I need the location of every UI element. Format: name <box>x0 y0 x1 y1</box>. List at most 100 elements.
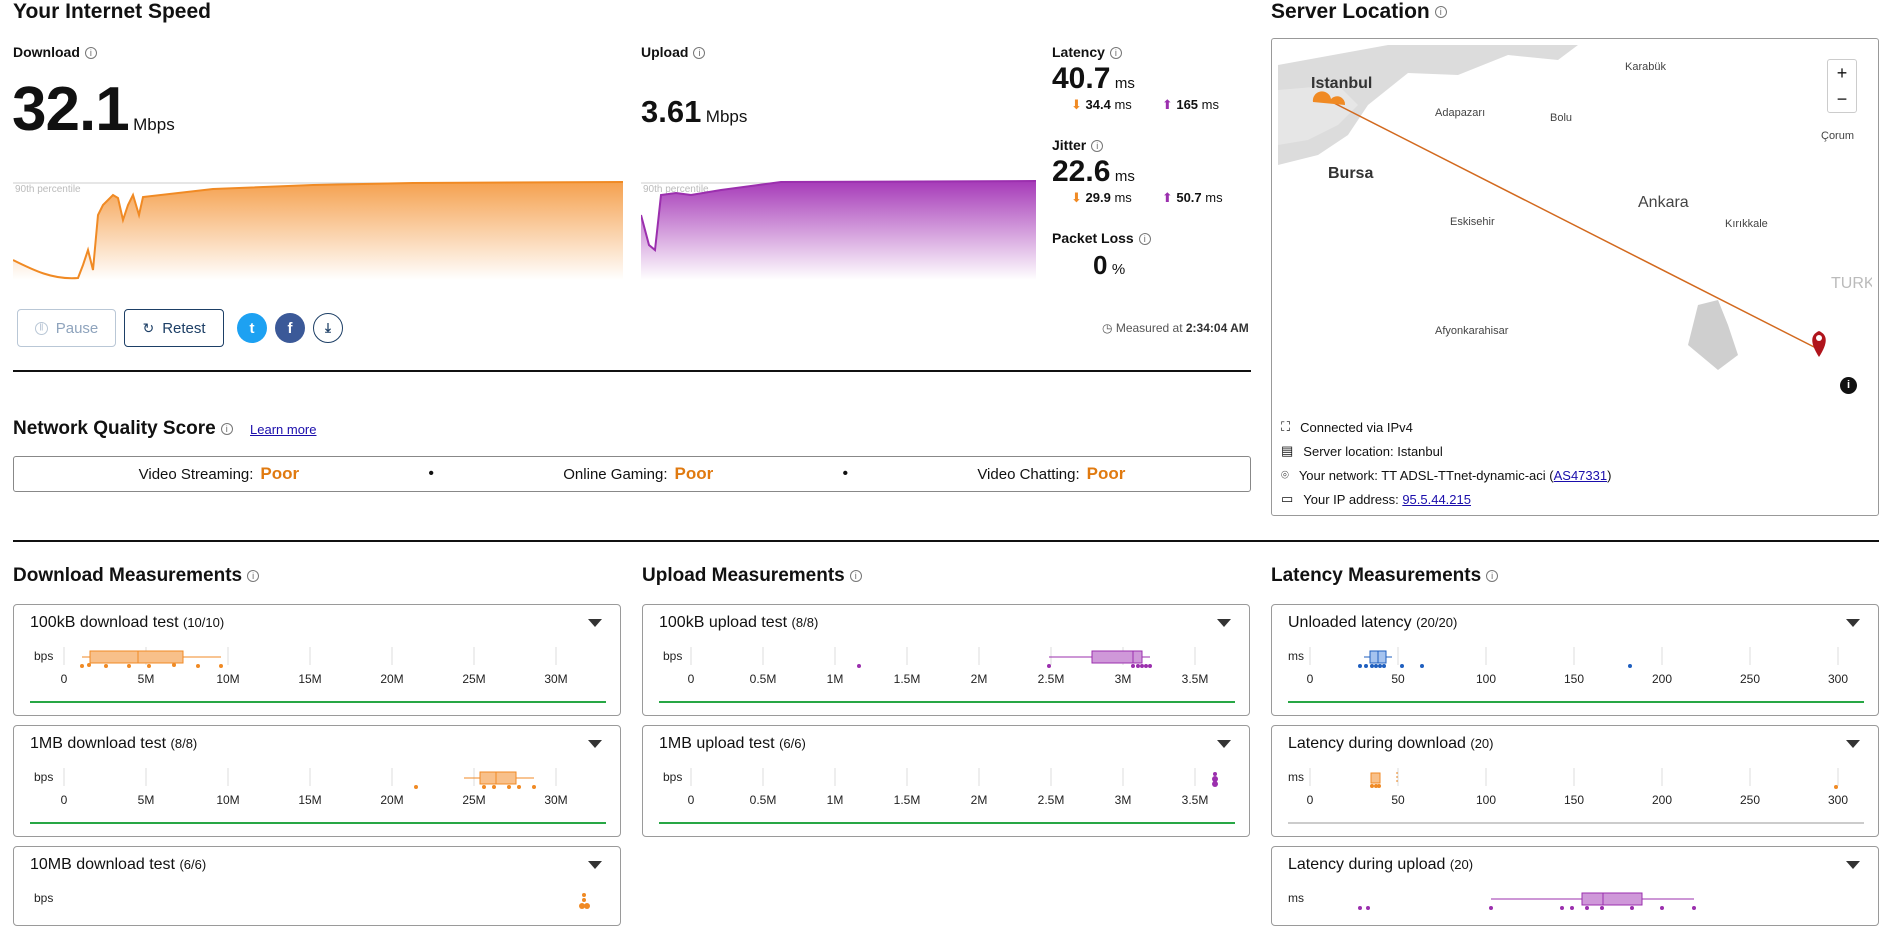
svg-text:0: 0 <box>1307 672 1314 686</box>
ul-1mb-plot: bps 0 0.5M 1M 1.5M 2M 2.5M 3M 3.5M <box>659 768 1235 824</box>
facebook-share-icon[interactable]: f <box>275 313 305 343</box>
map-label: Bursa <box>1328 165 1373 182</box>
svg-text:250: 250 <box>1740 793 1760 807</box>
info-icon[interactable]: i <box>84 47 97 60</box>
as-link[interactable]: AS47331 <box>1554 468 1608 483</box>
lat-unloaded-card[interactable]: Unloaded latency (20/20) ms 0 50 100 150 200… <box>1271 604 1879 716</box>
svg-text:200: 200 <box>1652 793 1672 807</box>
svg-text:3.5M: 3.5M <box>1182 793 1209 807</box>
svg-text:30M: 30M <box>544 793 567 807</box>
map-label: Bolu <box>1550 112 1572 124</box>
info-icon[interactable]: i <box>693 47 706 60</box>
info-icon[interactable]: i <box>220 422 233 435</box>
twitter-share-icon[interactable]: t <box>237 313 267 343</box>
info-icon[interactable]: i <box>1434 6 1447 19</box>
svg-text:150: 150 <box>1564 672 1584 686</box>
zoom-in-button[interactable]: + <box>1837 63 1848 84</box>
download-results-icon[interactable]: ⤓ <box>313 313 343 343</box>
refresh-icon: ↻ <box>142 319 155 336</box>
svg-text:0: 0 <box>688 672 695 686</box>
svg-text:20M: 20M <box>380 793 403 807</box>
svg-text:1M: 1M <box>827 793 844 807</box>
svg-text:0: 0 <box>1307 793 1314 807</box>
svg-text:250: 250 <box>1740 672 1760 686</box>
separator: • <box>428 465 435 482</box>
jitter-label: Jitter i <box>1052 137 1104 153</box>
download-label: Download i <box>13 44 97 60</box>
svg-text:3M: 3M <box>1115 672 1132 686</box>
svg-text:ms: ms <box>1288 649 1304 663</box>
svg-text:0: 0 <box>61 793 68 807</box>
quality-video-chatting: Video Chatting: Poor <box>977 464 1126 483</box>
map-label: Karabük <box>1625 61 1666 73</box>
svg-text:1.5M: 1.5M <box>894 672 921 686</box>
map-label: TURK <box>1831 275 1872 292</box>
learn-more-link[interactable]: Learn more <box>250 422 316 437</box>
svg-text:150: 150 <box>1564 793 1584 807</box>
packet-loss-value: 0 % <box>1093 250 1126 280</box>
map-label: Kırıkkale <box>1725 218 1768 230</box>
svg-text:0: 0 <box>61 672 68 686</box>
svg-text:25M: 25M <box>462 672 485 686</box>
upload-value: 3.61 Mbps <box>641 94 748 129</box>
server-icon: ▤ <box>1281 443 1294 458</box>
server-location: ▤ Server location: Istanbul <box>1281 443 1443 459</box>
svg-text:ms: ms <box>1288 891 1304 905</box>
info-icon[interactable]: i <box>1486 569 1499 582</box>
map-info-icon[interactable]: i <box>1840 377 1857 394</box>
svg-text:300: 300 <box>1828 793 1848 807</box>
lat-upload-plot: ms <box>1288 891 1696 910</box>
svg-text:5M: 5M <box>138 793 155 807</box>
ul-100kb-card[interactable]: 100kB upload test (8/8) bps 0 0.5M 1M 1.5M 2… <box>642 604 1250 716</box>
speed-title: Your Internet Speed <box>13 0 211 23</box>
svg-text:2.5M: 2.5M <box>1038 672 1065 686</box>
svg-text:bps: bps <box>34 770 53 784</box>
map-label: Afyonkarahisar <box>1435 325 1509 337</box>
lat-upload-card[interactable]: Latency during upload (20) ms <box>1271 846 1879 926</box>
jitter-value: 22.6 ms <box>1052 155 1135 188</box>
latency-value: 40.7 ms <box>1052 62 1135 95</box>
svg-text:bps: bps <box>663 649 682 663</box>
dl-100kb-plot: bps 0 5M 10M 15M 20M 25M 30M <box>30 647 606 703</box>
upload-arrow-icon: ⬆ <box>1161 190 1173 205</box>
percentile-label: 90th percentile <box>15 184 81 195</box>
lat-download-card[interactable]: Latency during download (20) ms 0 50 100 15… <box>1271 725 1879 837</box>
svg-text:1.5M: 1.5M <box>894 793 921 807</box>
download-arrow-icon: ⬇ <box>1071 190 1082 205</box>
svg-text:200: 200 <box>1652 672 1672 686</box>
dl-100kb-card[interactable]: 100kB download test (10/10) bps 0 5M 10M 15… <box>13 604 621 716</box>
zoom-out-button[interactable]: − <box>1837 89 1848 110</box>
map-label: Istanbul <box>1311 75 1372 92</box>
svg-text:2.5M: 2.5M <box>1038 793 1065 807</box>
dl-10mb-card[interactable]: 10MB download test (6/6) bps <box>13 846 621 926</box>
svg-text:15M: 15M <box>298 672 321 686</box>
download-arrow-icon: ⬇ <box>1071 97 1082 112</box>
latency-breakdown: ⬇ 34.4 ms ⬆ 165 ms <box>1071 97 1220 112</box>
ip-link[interactable]: 95.5.44.215 <box>1402 492 1471 507</box>
svg-text:bps: bps <box>34 891 53 905</box>
svg-text:1M: 1M <box>827 672 844 686</box>
svg-text:2M: 2M <box>971 672 988 686</box>
info-icon[interactable]: i <box>1138 233 1151 246</box>
jitter-breakdown: ⬇ 29.9 ms ⬆ 50.7 ms <box>1071 190 1223 205</box>
svg-text:30M: 30M <box>544 672 567 686</box>
svg-text:10M: 10M <box>216 672 239 686</box>
ul-1mb-card[interactable]: 1MB upload test (6/6) bps 0 0.5M 1M 1.5M 2M 2… <box>642 725 1250 837</box>
info-icon[interactable]: i <box>849 569 862 582</box>
info-icon[interactable]: i <box>1109 47 1122 60</box>
packet-loss-label: Packet Loss i <box>1052 230 1151 246</box>
your-network: ⌾ Your network: TT ADSL-TTnet-dynamic-aci… <box>1281 467 1612 483</box>
dl-1mb-plot: bps 0 5M 10M 15M 20M 25M 30M <box>30 768 606 824</box>
info-icon[interactable]: i <box>1091 140 1104 153</box>
svg-text:20M: 20M <box>380 672 403 686</box>
upload-label: Upload i <box>641 44 706 60</box>
pause-button[interactable]: || Pause <box>17 309 116 347</box>
dl-1mb-card[interactable]: 1MB download test (8/8) bps 0 5M 10M 15M 20M… <box>13 725 621 837</box>
upload-graph: 90th percentile <box>641 180 1036 280</box>
svg-text:300: 300 <box>1828 672 1848 686</box>
server-map[interactable]: Istanbul Bursa Adapazarı Bolu Karabük Ço… <box>1278 45 1872 405</box>
retest-button[interactable]: ↻ Retest <box>124 309 224 347</box>
svg-text:ms: ms <box>1288 770 1304 784</box>
lat-download-plot: ms 0 50 100 150 200 250 300 <box>1288 768 1864 824</box>
info-icon[interactable]: i <box>247 569 260 582</box>
